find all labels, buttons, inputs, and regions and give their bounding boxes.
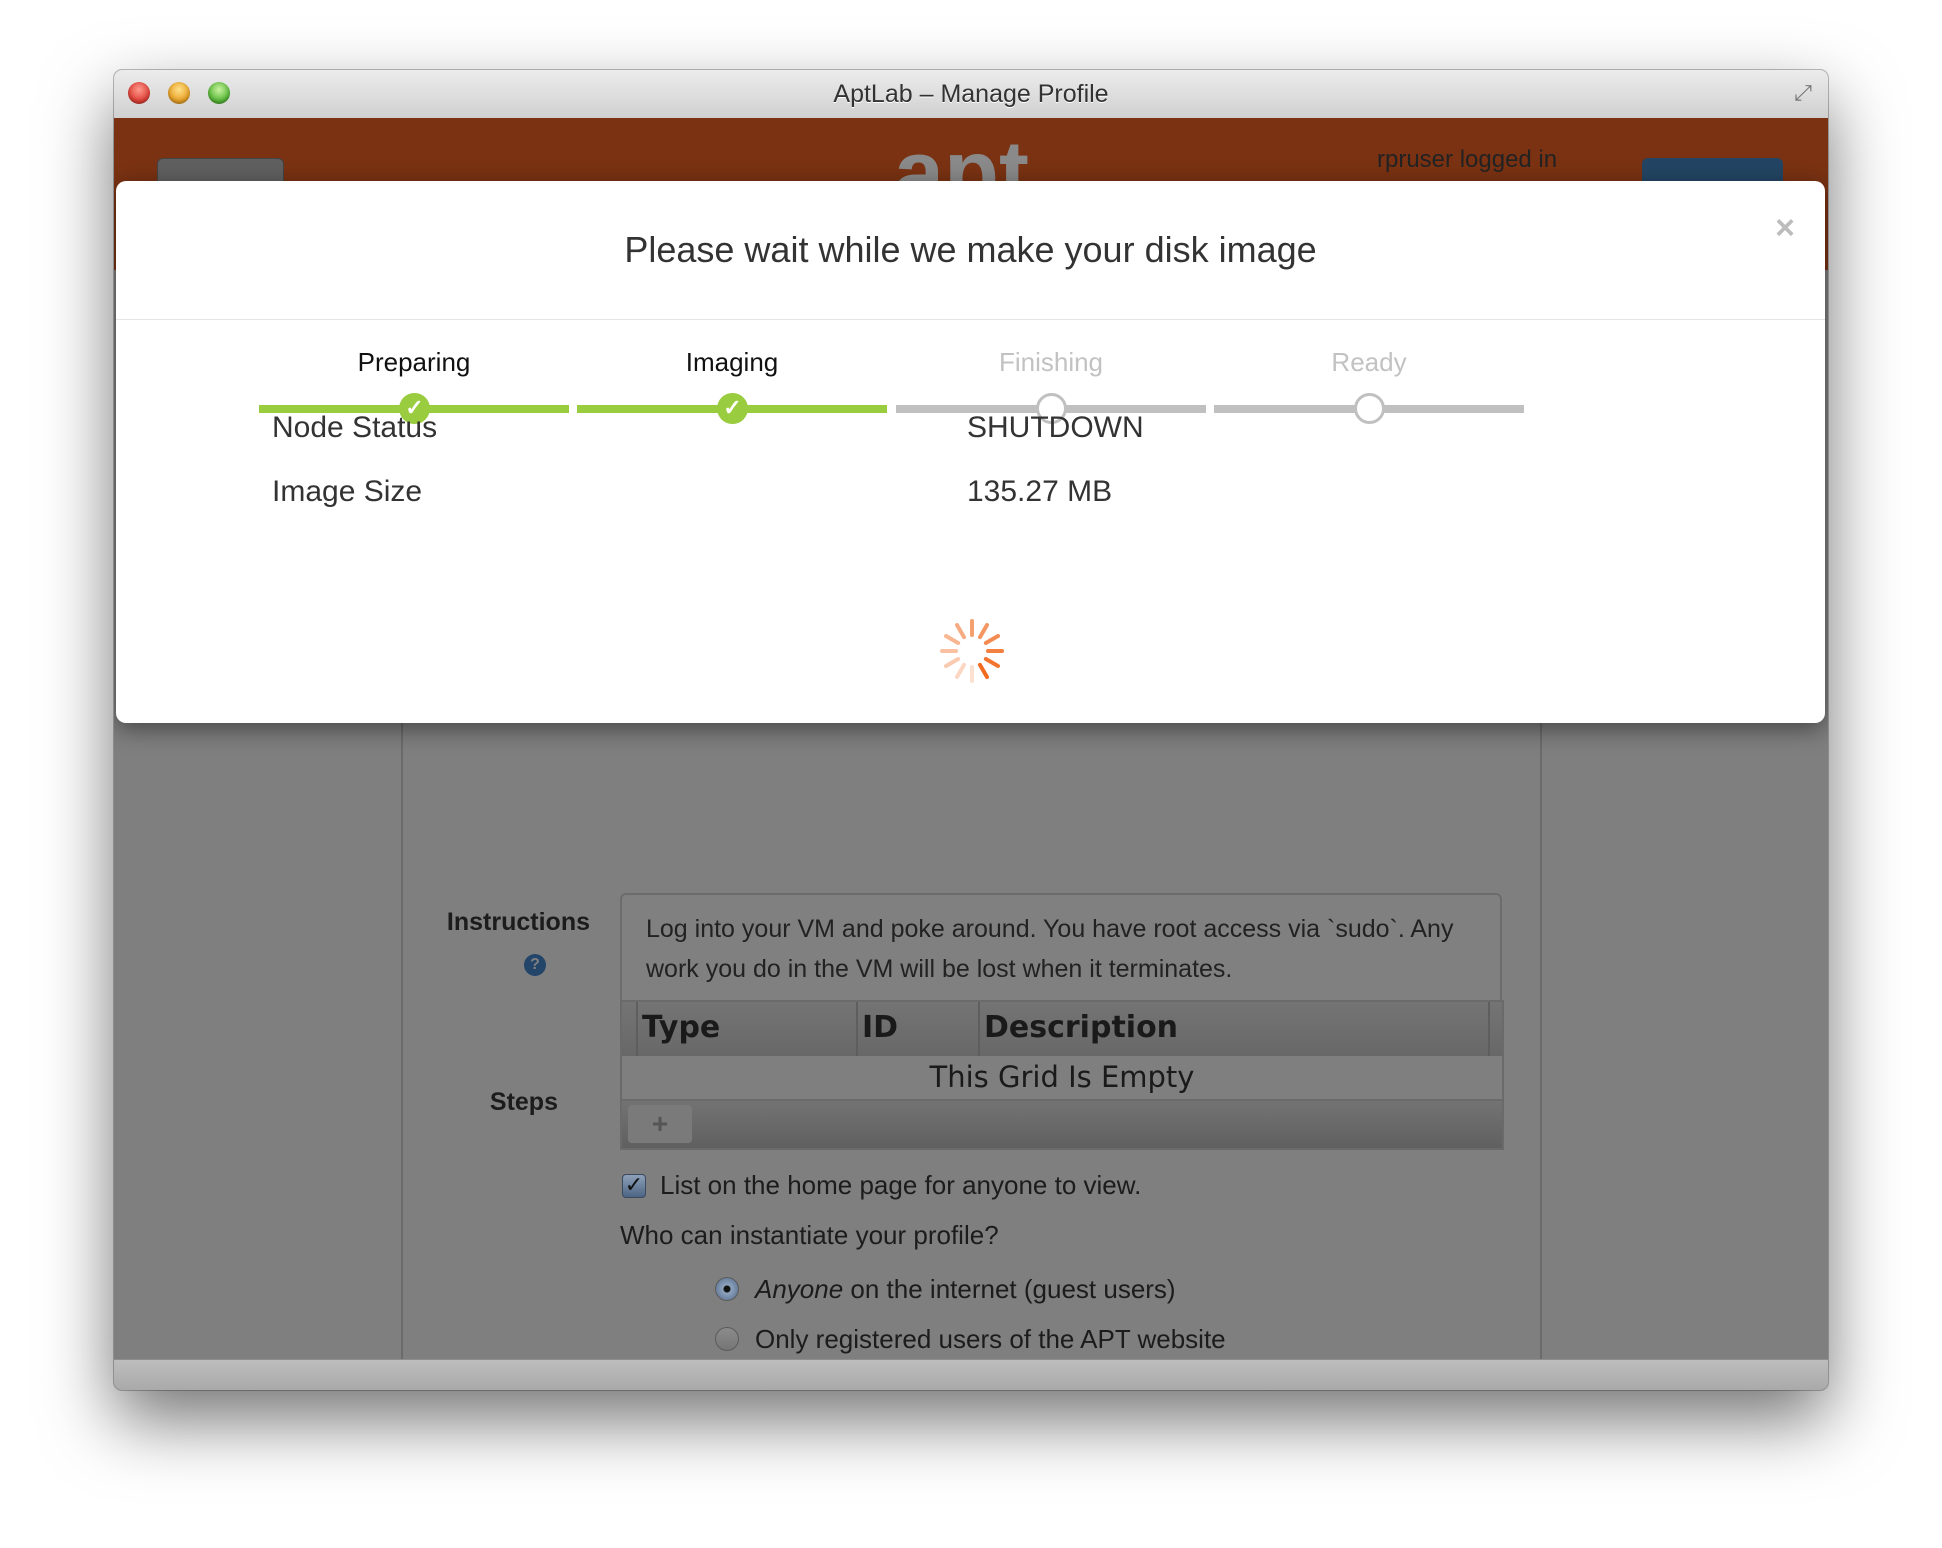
image-size-value: 135.27 MB (967, 475, 1113, 508)
column-header-type[interactable]: Type (636, 1002, 856, 1056)
steps-grid: Type ID Description This Grid Is Empty + (620, 1000, 1504, 1150)
title-bar: AptLab – Manage Profile ⤢ (114, 70, 1828, 119)
column-header-description[interactable]: Description (978, 1002, 1490, 1056)
grid-empty-message: This Grid Is Empty (622, 1056, 1502, 1101)
user-status: rpruser logged in (1377, 146, 1558, 173)
who-can-instantiate-question: Who can instantiate your profile? (620, 1220, 999, 1250)
modal-header: Please wait while we make your disk imag… (116, 181, 1825, 320)
spinner-spoke (955, 623, 966, 640)
node-status-label: Node Status (272, 411, 438, 444)
modal-title: Please wait while we make your disk imag… (624, 229, 1317, 270)
step-label: Imaging (685, 347, 779, 377)
step-check-icon: ✓ (717, 393, 748, 424)
radio-registered-only-label[interactable]: Only registered users of the APT website (755, 1324, 1226, 1354)
step-pending-circle-icon (1354, 393, 1385, 424)
radio-anyone[interactable] (715, 1277, 739, 1301)
spinner-spoke (944, 657, 961, 668)
radio-registered-only[interactable] (715, 1327, 739, 1351)
grid-footer: + (622, 1101, 1502, 1148)
fullscreen-icon[interactable]: ⤢ (1790, 80, 1816, 106)
spinner-spoke (983, 657, 1000, 668)
help-icon[interactable]: ? (524, 954, 546, 976)
spinner-spoke (978, 662, 989, 679)
column-header-id[interactable]: ID (856, 1002, 978, 1056)
node-status-value: SHUTDOWN (967, 411, 1144, 444)
radio-anyone-text: on the internet (guest users) (843, 1274, 1176, 1304)
app-window: AptLab – Manage Profile ⤢ apt rpruser lo… (114, 70, 1828, 1390)
image-size-label: Image Size (272, 475, 423, 508)
spinner-spoke (983, 634, 1000, 645)
spinner-spoke (944, 634, 961, 645)
step-label: Ready (1331, 347, 1407, 377)
status-bar (114, 1359, 1828, 1390)
imaging-progress-modal: Please wait while we make your disk imag… (116, 181, 1825, 723)
instructions-label: Instructions (446, 908, 590, 936)
radio-anyone-emphasis: Anyone (755, 1274, 844, 1304)
instructions-text: Log into your VM and poke around. You ha… (646, 915, 1454, 983)
list-on-home-label[interactable]: List on the home page for anyone to view… (660, 1170, 1141, 1200)
add-step-button[interactable]: + (628, 1105, 692, 1143)
close-icon[interactable]: × (1775, 211, 1795, 245)
steps-label: Steps (489, 1088, 558, 1116)
grid-header: Type ID Description (622, 1002, 1502, 1058)
spinner-spoke (955, 662, 966, 679)
list-on-home-checkbox[interactable]: ✓ (622, 1174, 646, 1198)
step-label: Finishing (998, 347, 1104, 377)
loading-spinner-icon (940, 619, 1004, 683)
window-title: AptLab – Manage Profile (833, 80, 1109, 108)
radio-anyone-label[interactable]: Anyone on the internet (guest users) (755, 1274, 1176, 1304)
spinner-spoke (978, 623, 989, 640)
step-label: Preparing (357, 347, 471, 377)
